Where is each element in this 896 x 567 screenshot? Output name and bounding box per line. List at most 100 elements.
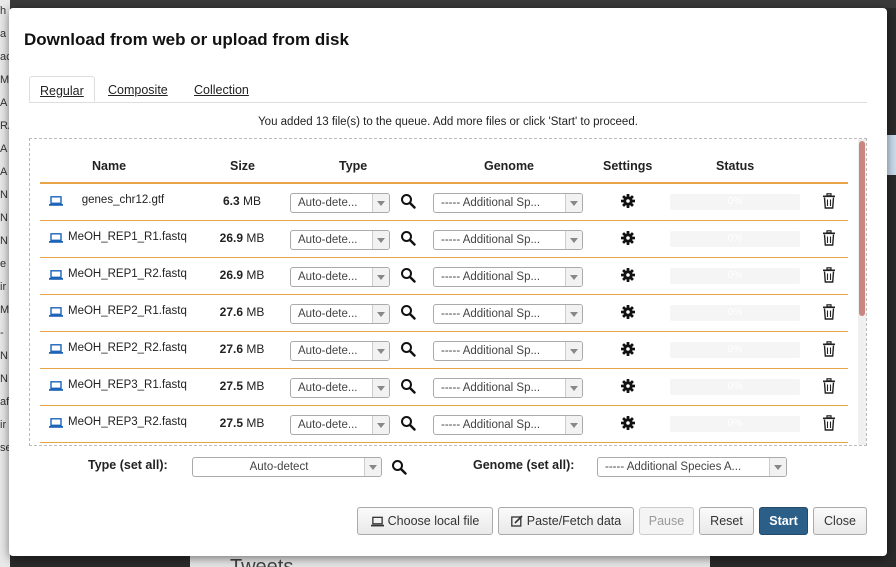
tab-collection[interactable]: Collection — [184, 76, 259, 102]
trash-icon[interactable] — [822, 378, 836, 394]
type-select[interactable]: Auto-dete... — [290, 378, 390, 398]
table-row: MeOH_REP3_R2.fastq 27.5 MB Auto-dete... … — [40, 406, 848, 443]
header-status: Status — [716, 159, 755, 173]
type-set-all-select[interactable]: Auto-detect — [192, 457, 382, 477]
search-icon[interactable] — [400, 193, 416, 209]
pause-button[interactable]: Pause — [639, 507, 694, 535]
file-name: MeOH_REP2_R1.fastq — [68, 305, 187, 317]
table-row: MeOH_REP2_R1.fastq 27.6 MB Auto-dete... … — [40, 295, 848, 332]
laptop-icon — [49, 270, 63, 280]
table-row: MeOH_REP1_R1.fastq 26.9 MB Auto-dete... … — [40, 221, 848, 258]
search-icon[interactable] — [400, 415, 416, 431]
type-set-all-label: Type (set all): — [88, 458, 168, 472]
table-row: genes_chr12.gtf 6.3 MB Auto-dete... ----… — [40, 184, 848, 221]
trash-icon[interactable] — [822, 415, 836, 431]
chevron-down-icon — [372, 342, 389, 360]
trash-icon[interactable] — [822, 193, 836, 209]
chevron-down-icon — [372, 268, 389, 286]
search-icon[interactable] — [400, 230, 416, 246]
gear-icon[interactable] — [620, 304, 636, 320]
chevron-down-icon — [372, 416, 389, 434]
queue-scroll-thumb[interactable] — [859, 141, 865, 316]
gear-icon[interactable] — [620, 267, 636, 283]
laptop-icon — [49, 418, 63, 428]
table-row: MeOH_REP1_R2.fastq 26.9 MB Auto-dete... … — [40, 258, 848, 295]
header-genome: Genome — [484, 159, 535, 173]
dialog-title: Download from web or upload from disk — [24, 30, 349, 49]
file-size: 27.6 MB — [219, 305, 265, 319]
table-row: MeOH_REP2_R2.fastq 27.6 MB Auto-dete... … — [40, 332, 848, 369]
gear-icon[interactable] — [620, 230, 636, 246]
header-type: Type — [339, 159, 368, 173]
search-icon[interactable] — [400, 304, 416, 320]
search-icon[interactable] — [400, 378, 416, 394]
queue-scrollbar[interactable] — [858, 139, 866, 445]
chevron-down-icon — [372, 194, 389, 212]
file-size: 26.9 MB — [219, 268, 265, 282]
trash-icon[interactable] — [822, 304, 836, 320]
file-name: MeOH_REP3_R1.fastq — [68, 379, 187, 391]
genome-select[interactable]: ----- Additional Sp... — [433, 415, 583, 435]
type-select[interactable]: Auto-dete... — [290, 230, 390, 250]
laptop-icon — [49, 381, 63, 391]
chevron-down-icon — [565, 342, 582, 360]
type-select[interactable]: Auto-dete... — [290, 415, 390, 435]
header-size: Size — [230, 159, 256, 173]
gear-icon[interactable] — [620, 378, 636, 394]
gear-icon[interactable] — [620, 415, 636, 431]
choose-local-file-button[interactable]: Choose local file — [357, 507, 493, 535]
genome-set-all-select[interactable]: ----- Additional Species A... — [597, 457, 787, 477]
trash-icon[interactable] — [822, 230, 836, 246]
genome-select[interactable]: ----- Additional Sp... — [433, 378, 583, 398]
type-select[interactable]: Auto-dete... — [290, 341, 390, 361]
gear-icon[interactable] — [620, 193, 636, 209]
file-name: MeOH_REP1_R1.fastq — [68, 231, 187, 243]
trash-icon[interactable] — [822, 341, 836, 357]
start-button[interactable]: Start — [759, 507, 808, 535]
upload-progress: 0% — [670, 231, 800, 247]
header-name: Name — [92, 159, 127, 173]
file-size: 27.6 MB — [219, 342, 265, 356]
upload-progress: 0% — [670, 194, 800, 210]
genome-select[interactable]: ----- Additional Sp... — [433, 267, 583, 287]
file-name: MeOH_REP3_R2.fastq — [68, 416, 187, 428]
queue-message: You added 13 file(s) to the queue. Add m… — [258, 116, 638, 128]
close-button[interactable]: Close — [813, 507, 867, 535]
gear-icon[interactable] — [620, 341, 636, 357]
file-name: genes_chr12.gtf — [81, 194, 165, 206]
table-row: MeOH_REP3_R1.fastq 27.5 MB Auto-dete... … — [40, 369, 848, 406]
chevron-down-icon — [565, 379, 582, 397]
reset-button[interactable]: Reset — [699, 507, 754, 535]
upload-progress: 0% — [670, 342, 800, 358]
search-icon[interactable] — [400, 341, 416, 357]
chevron-down-icon — [769, 458, 786, 476]
laptop-icon — [49, 307, 63, 317]
genome-select[interactable]: ----- Additional Sp... — [433, 304, 583, 324]
header-settings: Settings — [603, 159, 653, 173]
chevron-down-icon — [565, 231, 582, 249]
genome-select[interactable]: ----- Additional Sp... — [433, 341, 583, 361]
upload-progress: 0% — [670, 268, 800, 284]
search-icon[interactable] — [391, 459, 407, 475]
genome-set-all-value: ----- Additional Species A... — [605, 461, 742, 473]
genome-select[interactable]: ----- Additional Sp... — [433, 193, 583, 213]
genome-set-all-label: Genome (set all): — [473, 458, 575, 472]
tab-composite[interactable]: Composite — [98, 76, 178, 102]
type-select[interactable]: Auto-dete... — [290, 304, 390, 324]
file-name: MeOH_REP2_R2.fastq — [68, 342, 187, 354]
file-size: 6.3 MB — [222, 194, 262, 208]
file-name: MeOH_REP1_R2.fastq — [68, 268, 187, 280]
search-icon[interactable] — [400, 267, 416, 283]
chevron-down-icon — [565, 268, 582, 286]
file-size: 27.5 MB — [219, 416, 265, 430]
chevron-down-icon — [372, 379, 389, 397]
file-size: 27.5 MB — [219, 379, 265, 393]
upload-dialog: Download from web or upload from disk Re… — [9, 8, 887, 556]
paste-fetch-button[interactable]: Paste/Fetch data — [498, 507, 634, 535]
trash-icon[interactable] — [822, 267, 836, 283]
tab-regular[interactable]: Regular — [29, 76, 95, 102]
upload-progress: 0% — [670, 305, 800, 321]
genome-select[interactable]: ----- Additional Sp... — [433, 230, 583, 250]
type-select[interactable]: Auto-dete... — [290, 193, 390, 213]
type-select[interactable]: Auto-dete... — [290, 267, 390, 287]
